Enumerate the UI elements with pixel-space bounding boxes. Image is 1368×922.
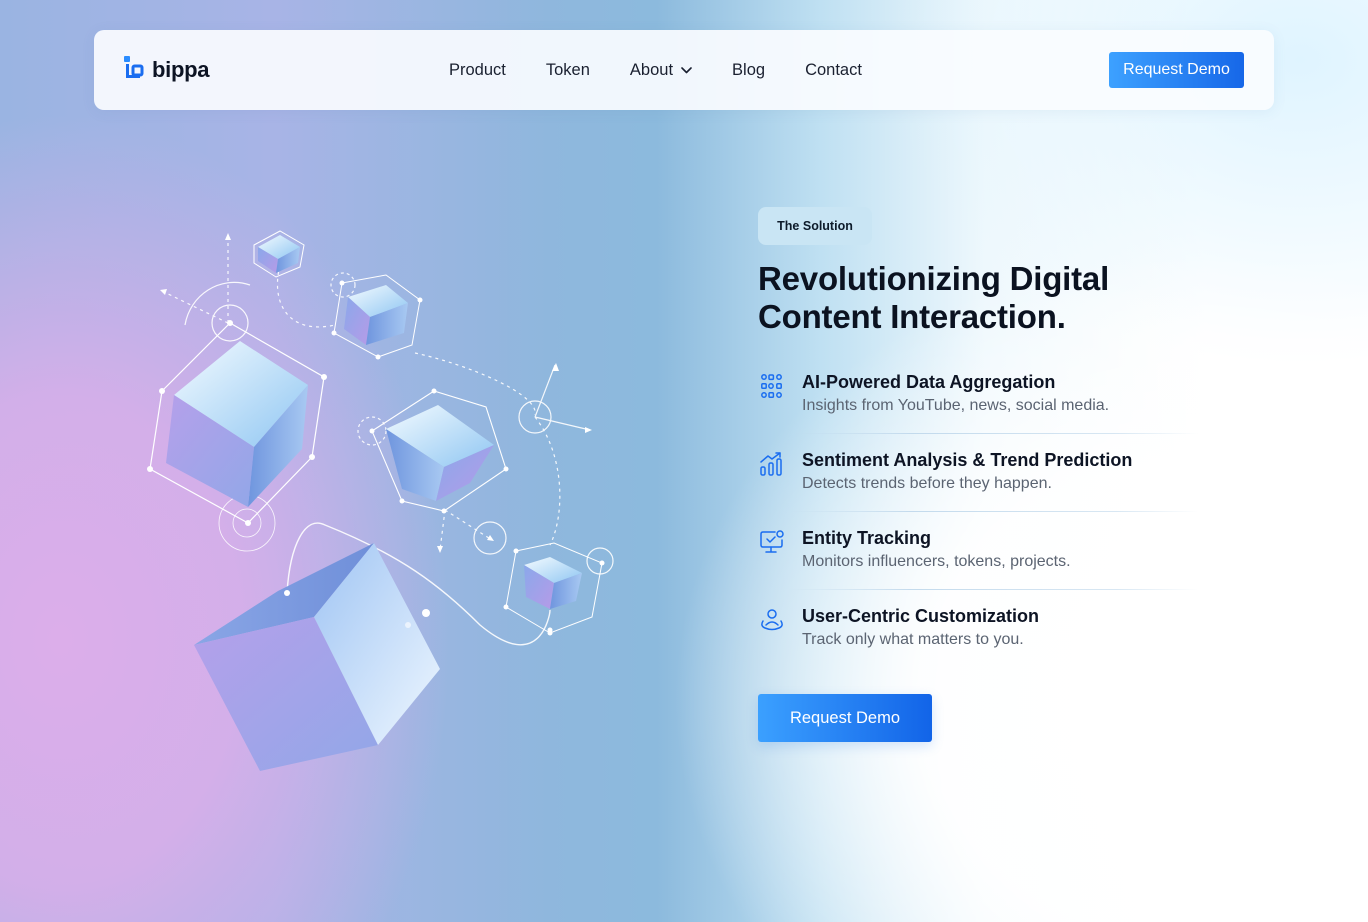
large-cube-left (147, 320, 327, 526)
bippa-logo-icon (124, 56, 144, 78)
small-cube-lower (503, 542, 605, 636)
hero-headline-line-1: Revolutionizing Digital (758, 260, 1110, 297)
trend-chart-icon (760, 452, 782, 476)
feature-divider (788, 433, 1198, 434)
section-badge: The Solution (758, 207, 872, 245)
big-cube-bottom (194, 543, 440, 771)
feature-item: User-Centric Customization Track only wh… (758, 602, 1198, 680)
feature-title: Entity Tracking (802, 528, 932, 548)
top-navbar: bippa Product Token About Blog Contact R… (94, 30, 1274, 110)
nav-link-contact[interactable]: Contact (805, 61, 862, 80)
monitor-tracking-icon (760, 530, 784, 553)
feature-description: Insights from YouTube, news, social medi… (802, 397, 1110, 414)
feature-description: Detects trends before they happen. (802, 475, 1052, 492)
hero-headline: Revolutionizing Digital Content Interact… (758, 260, 1238, 336)
feature-divider (788, 589, 1198, 590)
feature-description: Track only what matters to you. (802, 631, 1024, 648)
nav-link-token[interactable]: Token (546, 61, 590, 80)
brand-name: bippa (152, 57, 210, 82)
nav-link-blog[interactable]: Blog (732, 61, 765, 80)
feature-title: Sentiment Analysis & Trend Prediction (802, 450, 1133, 470)
tiny-cube (253, 230, 305, 278)
feature-item: AI-Powered Data Aggregation Insights fro… (758, 368, 1198, 446)
feature-item: Sentiment Analysis & Trend Prediction De… (758, 446, 1198, 524)
chevron-down-icon (681, 66, 692, 73)
main-menu: Product Token About Blog Contact (449, 30, 862, 110)
nav-link-about[interactable]: About (630, 61, 692, 80)
hero-headline-line-2: Content Interaction. (758, 298, 1066, 335)
header-request-demo-button[interactable]: Request Demo (1109, 52, 1244, 88)
feature-list: AI-Powered Data Aggregation Insights fro… (758, 368, 1198, 680)
feature-title: AI-Powered Data Aggregation (802, 372, 1056, 392)
user-custom-icon (761, 609, 783, 631)
brand-logo[interactable]: bippa (122, 56, 209, 84)
small-cube-upper (331, 274, 423, 360)
floating-cubes-illustration (147, 230, 614, 771)
feature-item: Entity Tracking Monitors influencers, to… (758, 524, 1198, 602)
hero-request-demo-button[interactable]: Request Demo (758, 694, 932, 742)
feature-description: Monitors influencers, tokens, projects. (802, 553, 1071, 570)
feature-divider (788, 511, 1198, 512)
nav-link-product[interactable]: Product (449, 61, 506, 80)
nav-link-about-label: About (629, 60, 674, 79)
medium-cube-right (369, 388, 509, 514)
data-grid-icon (761, 374, 782, 398)
feature-title: User-Centric Customization (802, 606, 1040, 626)
